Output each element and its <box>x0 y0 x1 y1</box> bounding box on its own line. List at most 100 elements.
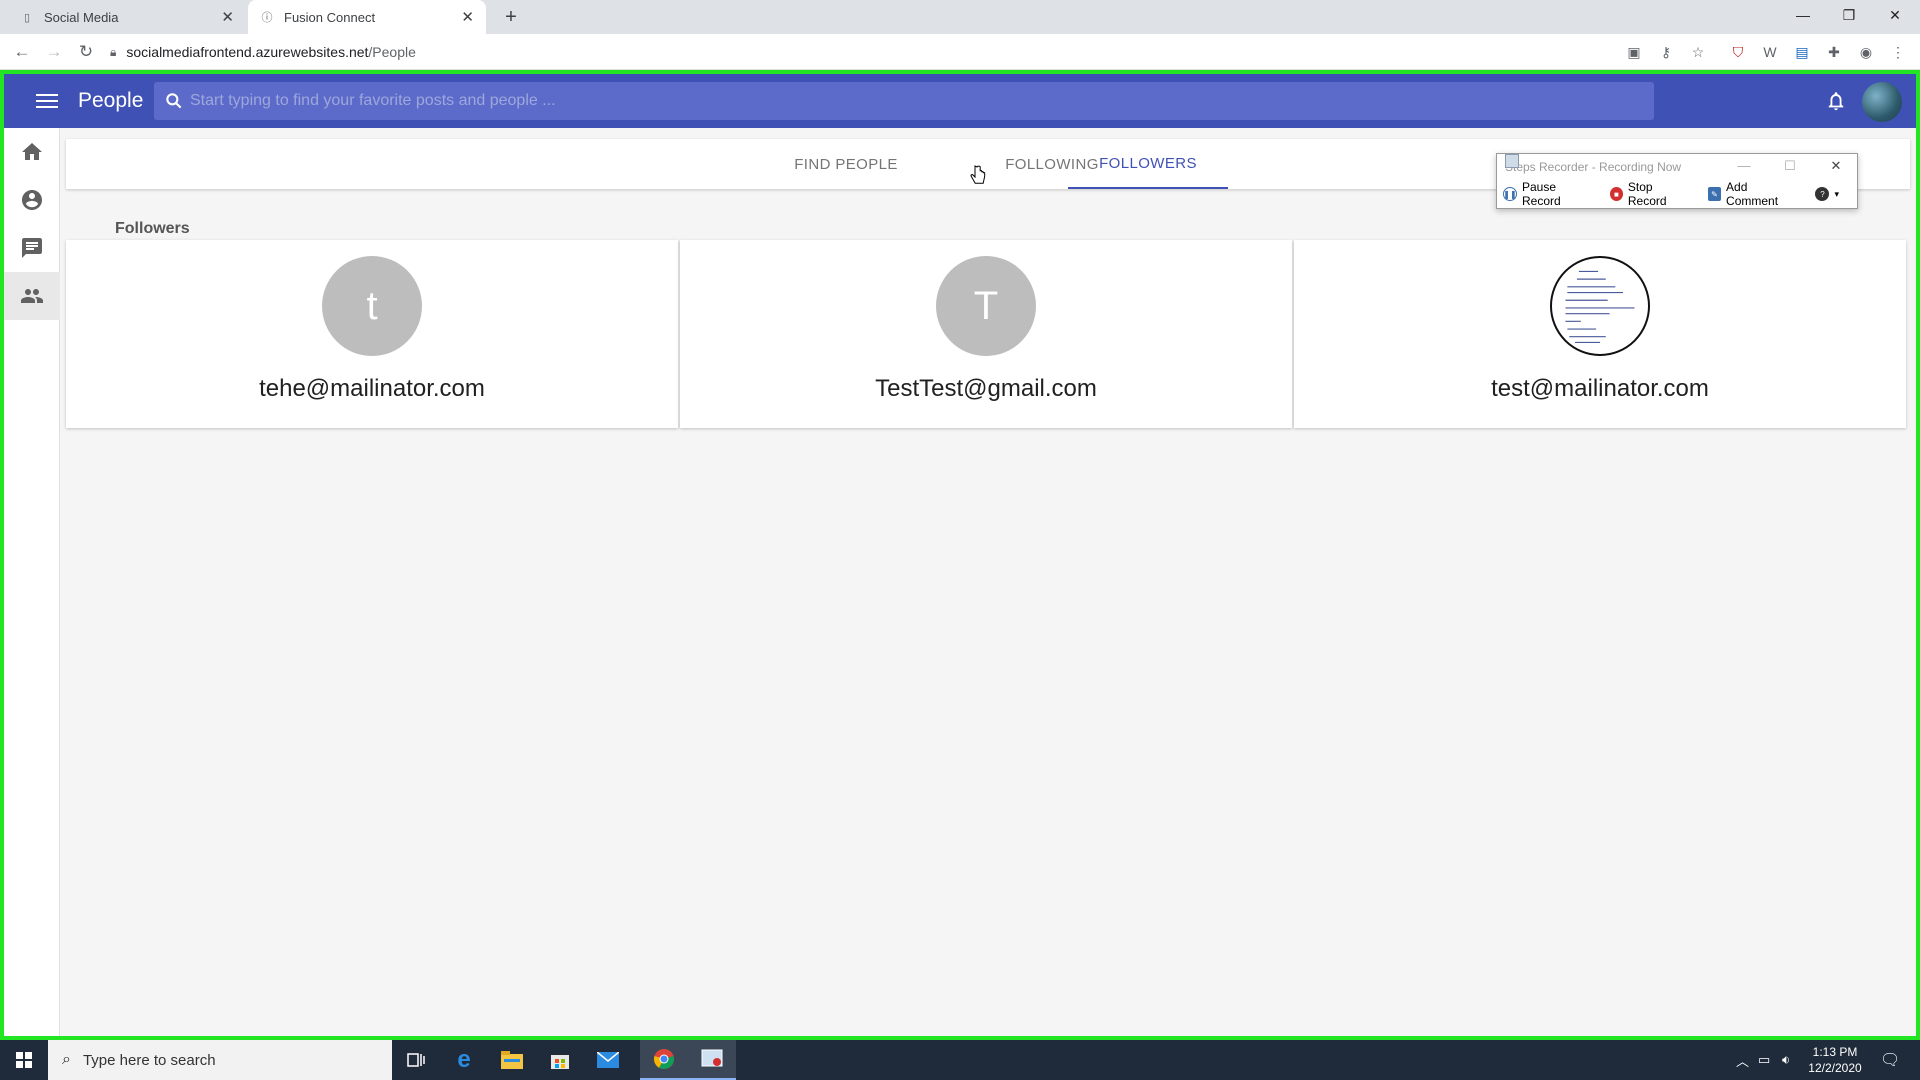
mail-icon[interactable] <box>584 1040 632 1080</box>
pause-record-label: Pause Record <box>1522 180 1561 208</box>
steps-recorder-taskbar-icon[interactable] <box>688 1040 736 1080</box>
bookmark-star-icon[interactable]: ☆ <box>1688 42 1708 62</box>
browser-tab-label: Fusion Connect <box>284 9 376 25</box>
chevron-up-icon[interactable]: ︿ <box>1736 1040 1749 1080</box>
chat-icon <box>22 238 42 258</box>
maximize-icon[interactable]: ☐ <box>1775 158 1805 174</box>
windows-logo-icon <box>16 1052 32 1068</box>
clock-time: 1:13 PM <box>1812 1045 1858 1059</box>
pause-record-button[interactable]: ❚❚ Pause Record <box>1503 180 1592 208</box>
minimize-icon[interactable]: — <box>1729 158 1759 173</box>
w-extension-icon[interactable]: W <box>1760 42 1780 62</box>
stop-icon: ■ <box>1609 187 1623 201</box>
clock-date: 12/2/2020 <box>1808 1061 1862 1075</box>
globe-icon: ⓘ <box>261 12 273 24</box>
window-close-icon[interactable]: ✕ <box>1872 0 1918 30</box>
address-bar: ← → ↻ 🔒︎ socialmediafrontend.azurewebsit… <box>0 34 1920 70</box>
add-comment-label: Add Comment <box>1726 180 1779 208</box>
section-heading: Followers <box>115 220 190 237</box>
recording-frame <box>0 70 1920 1040</box>
key-icon[interactable]: ⚷ <box>1656 42 1676 62</box>
hand-cursor-icon <box>970 165 986 184</box>
nav-people[interactable] <box>4 272 60 320</box>
notification-bell-icon[interactable] <box>1825 90 1847 112</box>
url-field[interactable]: 🔒︎ socialmediafrontend.azurewebsites.net… <box>110 38 1610 66</box>
search-input[interactable] <box>190 92 1590 110</box>
network-icon[interactable]: ▭ <box>1758 1040 1770 1080</box>
url-host: socialmediafrontend.azurewebsites.net <box>126 44 369 60</box>
tab-followers[interactable]: FOLLOWERS <box>1068 139 1228 189</box>
avatar: T <box>936 256 1036 356</box>
profile-icon[interactable]: ◉ <box>1856 42 1876 62</box>
app-bar: People <box>4 74 1916 128</box>
reload-icon[interactable]: ↻ <box>74 41 98 63</box>
nav-profile[interactable] <box>4 176 60 224</box>
avatar: t <box>322 256 422 356</box>
edge-icon[interactable]: e <box>440 1040 488 1080</box>
follower-card[interactable]: test@mailinator.com <box>1294 240 1906 428</box>
action-center-icon[interactable]: 🗨︎ <box>1880 1040 1900 1080</box>
nav-home[interactable] <box>4 128 60 176</box>
help-dropdown-button[interactable]: ? ▾ <box>1815 187 1839 201</box>
windows-taskbar: ⌕ Type here to search e ︿ ▭ 🔉︎ 1:13 PM 1… <box>0 1040 1920 1080</box>
people-icon <box>21 289 43 303</box>
recorder-app-icon <box>1505 154 1519 168</box>
close-icon[interactable]: ✕ <box>461 8 474 26</box>
restore-icon[interactable]: ❐ <box>1826 0 1872 30</box>
taskbar-search-placeholder: Type here to search <box>82 1051 216 1069</box>
recorder-toolbar: ❚❚ Pause Record ■ Stop Record ✎ Add Comm… <box>1497 180 1857 208</box>
new-tab-button[interactable]: + <box>500 6 522 28</box>
close-icon[interactable]: ✕ <box>221 8 234 26</box>
store-icon[interactable] <box>536 1040 584 1080</box>
lock-icon: 🔒︎ <box>110 44 117 59</box>
start-button[interactable] <box>0 1040 48 1080</box>
avatar <box>1550 256 1650 356</box>
translate-icon[interactable]: ▣ <box>1624 42 1644 62</box>
volume-icon[interactable]: 🔉︎ <box>1782 1040 1790 1080</box>
help-icon: ? <box>1815 187 1830 201</box>
search-icon <box>166 93 182 109</box>
chevron-down-icon: ▾ <box>1834 188 1839 199</box>
comment-icon: ✎ <box>1707 187 1722 201</box>
follower-email: tehe@mailinator.com <box>259 375 485 402</box>
steps-recorder-window: Steps Recorder - Recording Now — ☐ ✕ ❚❚ … <box>1496 153 1858 209</box>
s-extension-icon[interactable]: ▤ <box>1792 42 1812 62</box>
stop-record-label: Stop Record <box>1627 180 1667 208</box>
pause-icon: ❚❚ <box>1503 187 1517 201</box>
file-explorer-icon[interactable] <box>488 1040 536 1080</box>
back-arrow-icon[interactable]: ← <box>10 41 34 63</box>
follower-email: test@mailinator.com <box>1491 375 1709 402</box>
document-thumbnail-icon <box>1565 270 1635 344</box>
puzzle-extensions-icon[interactable]: ✚ <box>1824 42 1844 62</box>
search-box[interactable] <box>154 82 1654 120</box>
home-icon <box>22 143 42 160</box>
user-avatar[interactable] <box>1862 82 1902 122</box>
nav-messages[interactable] <box>4 224 60 272</box>
minimize-icon[interactable]: — <box>1780 0 1826 30</box>
side-navigation <box>4 128 60 1040</box>
task-view-icon[interactable] <box>392 1040 440 1080</box>
add-comment-button[interactable]: ✎ Add Comment <box>1707 180 1797 208</box>
tab-find-people[interactable]: FIND PEOPLE <box>766 139 926 189</box>
browser-tab-fusion-connect[interactable]: ⓘ Fusion Connect ✕ <box>248 0 486 34</box>
page-title: People <box>78 89 144 112</box>
search-icon: ⌕ <box>62 1051 71 1068</box>
follower-card[interactable]: T TestTest@gmail.com <box>680 240 1292 428</box>
system-clock[interactable]: 1:13 PM 12/2/2020 <box>1800 1044 1870 1076</box>
url-path: /People <box>368 44 416 60</box>
follower-card[interactable]: t tehe@mailinator.com <box>66 240 678 428</box>
kebab-menu-icon[interactable]: ⋮ <box>1888 42 1908 62</box>
document-icon: ▯ <box>23 11 31 24</box>
stop-record-button[interactable]: ■ Stop Record <box>1609 180 1690 208</box>
hamburger-menu-icon[interactable] <box>36 94 58 108</box>
browser-tab-strip: ▯ Social Media ✕ ⓘ Fusion Connect ✕ + — … <box>0 0 1920 34</box>
taskbar-search[interactable]: ⌕ Type here to search <box>48 1040 392 1080</box>
browser-tab-label: Social Media <box>44 9 119 25</box>
chrome-icon[interactable] <box>640 1040 688 1080</box>
browser-tab-social-media[interactable]: ▯ Social Media ✕ <box>8 0 246 34</box>
shield-extension-icon[interactable]: ⛉ <box>1728 42 1748 62</box>
forward-arrow-icon[interactable]: → <box>42 41 66 63</box>
recorder-title: Steps Recorder - Recording Now <box>1505 160 1682 174</box>
account-circle-icon <box>22 190 42 210</box>
close-icon[interactable]: ✕ <box>1821 158 1851 174</box>
